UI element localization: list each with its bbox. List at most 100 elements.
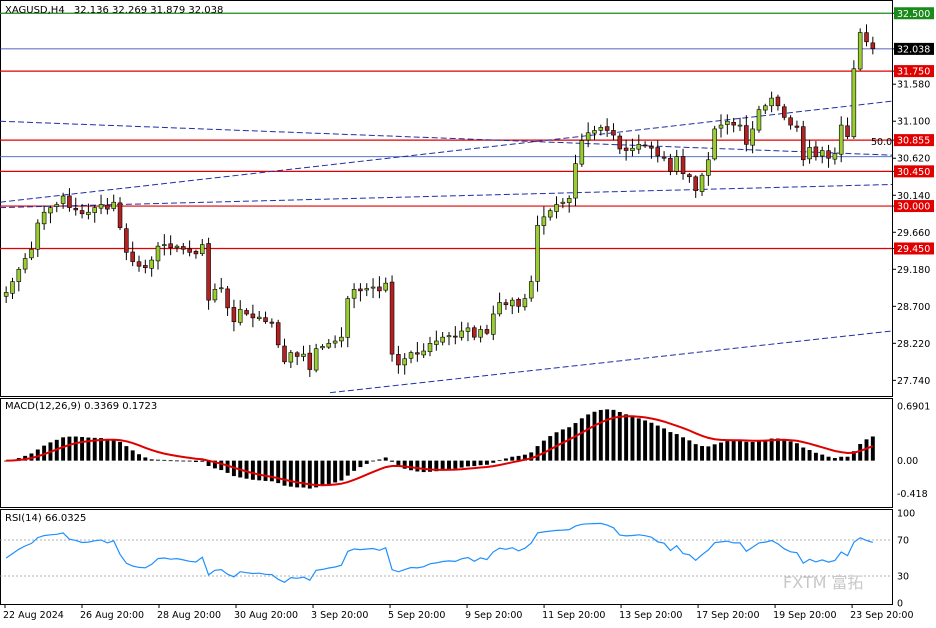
price-tick-label: 28.700 — [897, 302, 930, 313]
time-tick-label: 5 Sep 20:00 — [388, 610, 445, 621]
macd-histogram-bar — [358, 460, 363, 468]
bear-candle — [870, 42, 876, 50]
bull-candle — [351, 289, 357, 299]
price-tick-label: 27.740 — [897, 376, 930, 387]
bull-candle — [674, 156, 679, 172]
macd-histogram-bar — [598, 409, 603, 461]
macd-histogram-bar — [738, 440, 742, 461]
macd-histogram-bar — [750, 442, 755, 461]
horizontal-levels — [0, 12, 892, 250]
macd-histogram-bar — [263, 460, 268, 481]
macd-histogram-bar — [326, 460, 331, 485]
bull-candle — [838, 124, 844, 155]
bear-candle — [294, 352, 300, 357]
macd-histogram-bar — [782, 439, 787, 461]
bull-candle — [630, 147, 635, 151]
macd-histogram-bar — [826, 456, 831, 461]
bull-candle — [86, 211, 91, 215]
ascending-channel-mid — [0, 183, 893, 209]
bear-candle — [73, 208, 79, 211]
macd-histogram-bar — [579, 418, 584, 461]
macd-signal-line — [6, 415, 874, 487]
macd-histogram-bar — [503, 458, 508, 461]
bull-candle — [427, 343, 433, 353]
bull-candle — [326, 343, 332, 348]
bear-candle — [484, 329, 490, 334]
time-tick-label: 23 Sep 20:00 — [850, 610, 913, 621]
time-tick-label: 11 Sep 20:00 — [542, 610, 605, 621]
macd-histogram-bar — [813, 452, 818, 461]
macd-histogram-bar — [725, 441, 730, 461]
macd-histogram-bar — [567, 427, 572, 461]
bull-candle — [434, 340, 439, 345]
bear-candle — [389, 281, 395, 355]
bear-candle — [269, 321, 275, 324]
bull-candle — [585, 132, 591, 141]
macd-histogram-bar — [484, 460, 489, 465]
time-tick-label: 13 Sep 20:00 — [619, 610, 682, 621]
bear-candle — [67, 195, 72, 208]
bull-candle — [345, 298, 351, 338]
bear-candle — [845, 125, 850, 137]
macd-histogram-bar — [605, 409, 610, 461]
bull-candle — [16, 268, 22, 282]
bull-candle — [737, 124, 743, 127]
macd-histogram-bar — [757, 440, 761, 461]
macd-histogram-bar — [763, 439, 768, 461]
macd-histogram-bar — [769, 438, 774, 461]
macd-histogram-bar — [181, 460, 186, 462]
macd-histogram-bar — [820, 454, 825, 461]
macd-histogram-bar — [175, 460, 179, 462]
bull-candle — [725, 120, 730, 125]
macd-histogram-bar — [719, 442, 723, 461]
macd-histogram-bar — [383, 457, 388, 461]
macd-histogram-bar — [244, 460, 249, 479]
time-tick-label: 17 Sep 20:00 — [696, 610, 759, 621]
time-tick-label: 19 Sep 20:00 — [773, 610, 836, 621]
macd-histogram-bar — [124, 446, 129, 461]
macd-histogram-bar — [788, 441, 793, 461]
macd-histogram-bar — [282, 460, 287, 486]
chart-window[interactable]: 32.500 32.038 31.750 31.580 31.100 30.855 30.6… — [0, 0, 936, 624]
macd-tick-label: 0.00 — [897, 456, 918, 467]
rsi-tick-label: 100 — [897, 509, 915, 520]
macd-histogram-bar — [592, 411, 597, 461]
bull-candle — [421, 350, 426, 356]
bear-candle — [124, 228, 129, 253]
rsi-tick-label: 70 — [897, 536, 909, 547]
bear-candle — [250, 313, 256, 319]
bear-candle — [136, 261, 142, 267]
bull-candle — [155, 245, 161, 262]
macd-histogram-bar — [257, 460, 262, 481]
macd-histogram-bar — [839, 456, 844, 461]
macd-histogram-bar — [130, 450, 135, 461]
trend-lines — [0, 100, 893, 394]
bear-candle — [231, 307, 237, 323]
bull-candle — [769, 97, 774, 107]
bear-candle — [181, 246, 186, 250]
macd-histogram-bar — [535, 446, 540, 461]
bull-candle — [3, 292, 9, 297]
macd-histogram-bar — [352, 460, 357, 471]
macd-histogram-bar — [712, 444, 717, 461]
bear-candle — [731, 122, 736, 126]
macd-histogram-bar — [453, 460, 458, 469]
bull-candle — [54, 204, 60, 207]
price-chart-svg[interactable]: 32.500 32.038 31.750 31.580 31.100 30.855 30.6… — [0, 0, 936, 624]
macd-histogram-bar — [143, 457, 148, 461]
time-tick-label: 9 Sep 20:00 — [465, 610, 522, 621]
rsi-series — [0, 522, 892, 583]
bull-candle — [528, 281, 534, 299]
macd-histogram-bar — [643, 420, 648, 461]
bear-candle — [130, 251, 135, 262]
bull-candle — [408, 352, 414, 359]
macd-histogram-bar — [421, 460, 426, 473]
bull-candle — [237, 309, 243, 323]
bull-candle — [706, 159, 711, 176]
bear-candle — [168, 243, 173, 249]
macd-histogram-bar — [409, 460, 413, 471]
macd-histogram-bar — [219, 460, 224, 471]
bear-candle — [744, 125, 749, 145]
bull-candle — [22, 258, 28, 270]
bull-candle — [819, 150, 825, 157]
